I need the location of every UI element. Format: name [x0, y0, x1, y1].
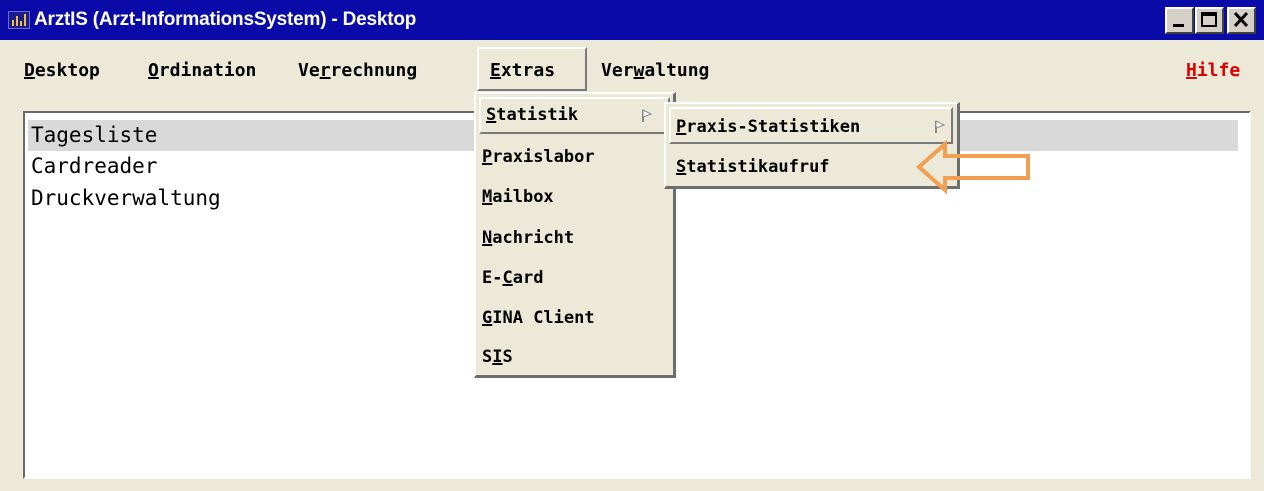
menu-item-e-card[interactable]: E-Card	[482, 267, 543, 289]
menu-item-nachricht[interactable]: Nachricht	[482, 227, 574, 249]
extras-dropdown: Statistik Praxislabor Mailbox Nachricht …	[474, 92, 676, 378]
menu-item-praxislabor[interactable]: Praxislabor	[482, 146, 595, 168]
minimize-icon[interactable]	[1165, 7, 1194, 34]
title-bar[interactable]: ArztIS (Arzt-InformationsSystem) - Deskt…	[0, 0, 1264, 40]
menu-item-mailbox[interactable]: Mailbox	[482, 186, 554, 208]
menu-item-statistikaufruf[interactable]: Statistikaufruf	[676, 156, 830, 178]
menu-verrechnung[interactable]: Verrechnung	[298, 60, 417, 82]
menu-item-sis[interactable]: SIS	[482, 346, 513, 368]
menu-item-praxis-statistiken[interactable]: Praxis-Statistiken	[676, 116, 860, 138]
menu-verwaltung[interactable]: Verwaltung	[601, 60, 709, 82]
window-title: ArztIS (Arzt-InformationsSystem) - Deskt…	[34, 9, 417, 30]
submenu-arrow-icon	[642, 109, 653, 122]
app-icon	[8, 11, 30, 29]
callout-arrow-icon	[915, 140, 1030, 195]
close-icon[interactable]	[1227, 7, 1256, 34]
menu-item-statistik[interactable]: Statistik	[486, 104, 578, 126]
menu-ordination[interactable]: Ordination	[148, 60, 256, 82]
menu-desktop[interactable]: Desktop	[24, 60, 100, 82]
submenu-arrow-icon	[935, 120, 946, 133]
menu-hilfe[interactable]: Hilfe	[1186, 60, 1240, 82]
menu-extras[interactable]: Extras	[490, 60, 555, 82]
maximize-icon[interactable]	[1195, 7, 1224, 34]
menu-item-gina-client[interactable]: GINA Client	[482, 307, 595, 329]
